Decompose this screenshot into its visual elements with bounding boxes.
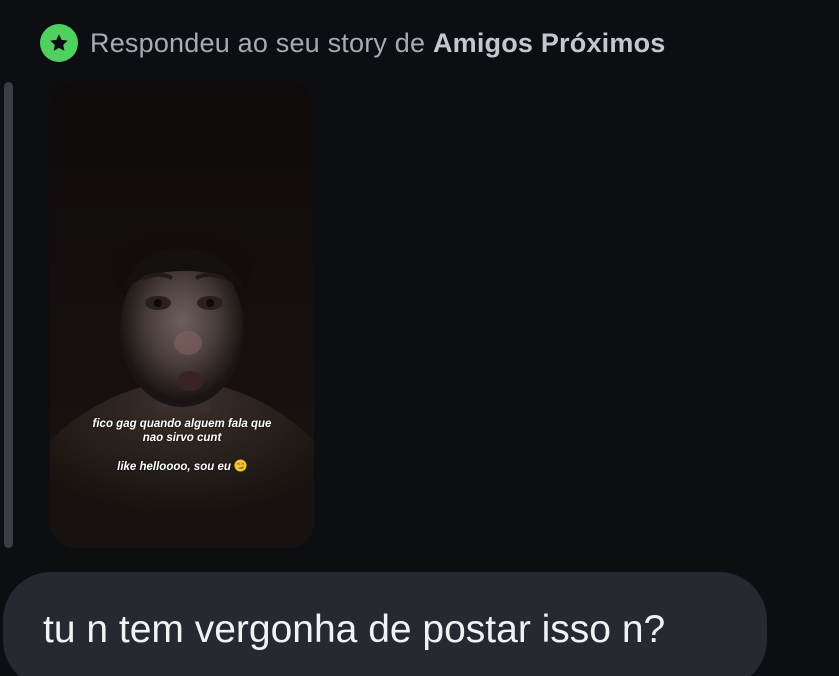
close-friends-badge xyxy=(40,24,78,62)
story-photo xyxy=(50,81,314,548)
star-icon xyxy=(50,34,68,51)
quote-bar xyxy=(4,82,13,548)
audience-label: Amigos Próximos xyxy=(432,27,666,58)
caption-line-3: like helloooo, sou eu xyxy=(117,461,231,473)
reply-context-text: Respondeu ao seu story de Amigos Próximo… xyxy=(90,28,666,59)
caption-line-1: fico gag quando alguem fala que xyxy=(92,418,272,430)
chat-screen: Respondeu ao seu story de Amigos Próximo… xyxy=(0,0,839,676)
story-reply-header: Respondeu ao seu story de Amigos Próximo… xyxy=(40,24,666,62)
story-caption-top: fico gag quando alguem fala que nao sirv… xyxy=(50,417,314,445)
smirk-emoji-icon xyxy=(234,459,247,476)
story-preview[interactable]: fico gag quando alguem fala que nao sirv… xyxy=(50,81,314,548)
caption-line-2: nao sirvo cunt xyxy=(142,432,222,444)
message-bubble[interactable]: tu n tem vergonha de postar isso n? xyxy=(3,572,767,676)
message-text: tu n tem vergonha de postar isso n? xyxy=(43,608,666,651)
reply-prefix: Respondeu ao seu story de xyxy=(90,27,426,58)
story-caption-bottom: like helloooo, sou eu xyxy=(50,459,314,476)
